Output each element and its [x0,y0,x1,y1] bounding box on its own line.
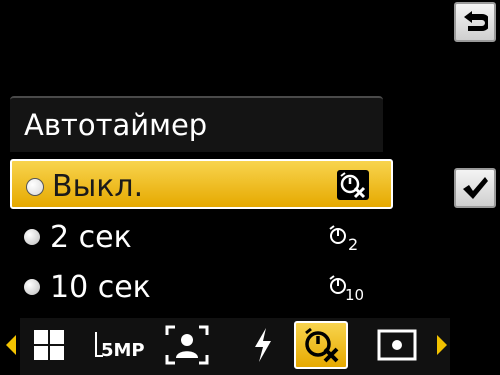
panel-title: Автотаймер [24,108,208,142]
radio-selected-icon [26,178,44,196]
radio-icon [24,229,40,245]
option-label: 10 сек [50,270,151,305]
selftimer-off-icon [337,170,369,200]
selftimer-button[interactable] [294,321,348,369]
metering-button[interactable] [372,321,422,369]
back-button[interactable] [454,2,496,42]
image-size-icon: 5MP [95,332,145,361]
confirm-button[interactable] [454,168,496,208]
option-label: Выкл. [52,169,144,204]
flash-button[interactable] [238,321,288,369]
flash-icon [255,328,271,362]
face-detection-button[interactable] [162,321,212,369]
face-detection-icon [165,325,209,365]
option-selftimer-off[interactable]: Выкл. [10,159,393,209]
image-size-label: 5MP [101,340,145,361]
option-selftimer-2s[interactable]: 2 сек 2 [10,212,393,262]
scene-mode-button[interactable] [24,321,74,369]
selftimer-10s-sub: 10 [345,286,364,302]
metering-icon [377,329,417,361]
grid-icon [34,330,64,360]
selftimer-2s-icon: 2 [327,224,367,254]
function-toolbar: 5MP [0,318,500,375]
selftimer-icon [305,327,339,363]
selftimer-menu-header: Автотаймер [10,96,383,152]
scroll-right-arrow-icon[interactable] [437,335,447,355]
scroll-left-arrow-icon[interactable] [6,335,16,355]
selftimer-2s-sub: 2 [348,235,358,252]
selftimer-10s-icon: 10 [327,274,367,304]
option-label: 2 сек [50,220,132,255]
back-arrow-icon [464,11,488,31]
radio-icon [24,279,40,295]
option-selftimer-10s[interactable]: 10 сек 10 [10,262,393,312]
checkmark-icon [463,177,488,199]
image-size-button[interactable]: 5MP [92,321,150,369]
